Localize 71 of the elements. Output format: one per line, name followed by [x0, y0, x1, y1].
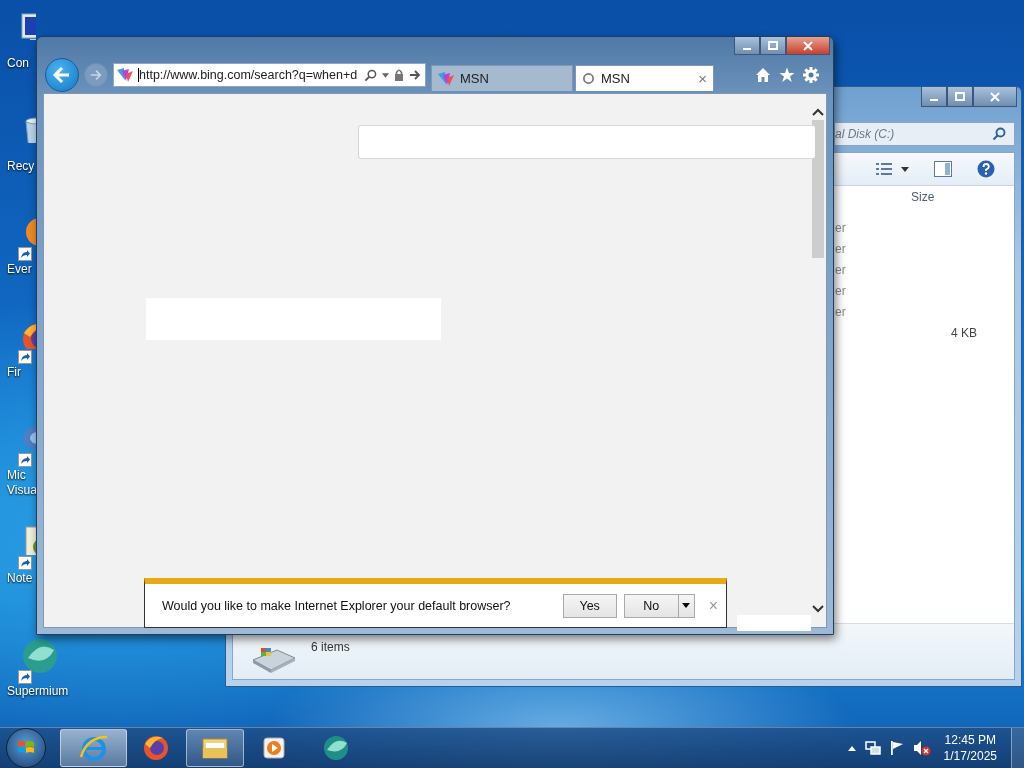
search-icon[interactable] — [364, 68, 377, 82]
minimize-icon — [930, 98, 938, 101]
browser-icon — [321, 733, 351, 763]
close-button[interactable] — [786, 37, 830, 55]
site-logo-icon — [438, 71, 454, 86]
network-icon[interactable] — [864, 740, 881, 756]
lock-icon — [394, 69, 404, 81]
file-name: er — [835, 304, 846, 319]
address-field[interactable]: al Disk (C:) — [835, 122, 1015, 146]
loading-icon — [582, 72, 595, 85]
close-icon — [803, 40, 813, 51]
maximize-icon — [768, 40, 778, 51]
browser-tab[interactable]: MSN — [431, 65, 573, 91]
show-hidden-icons-icon[interactable] — [847, 745, 856, 751]
file-name: er — [835, 220, 846, 235]
show-desktop-button[interactable] — [1011, 728, 1024, 768]
notification-message: Would you like to make Internet Explorer your default browser? — [162, 598, 512, 613]
scroll-down-icon[interactable] — [812, 605, 824, 613]
file-name: er — [835, 241, 846, 256]
flag-icon[interactable] — [889, 740, 904, 756]
close-tab-button[interactable]: × — [698, 70, 707, 87]
arrow-right-icon — [90, 69, 102, 81]
address-bar[interactable]: http://www.bing.com/search?q=when+d — [113, 63, 426, 87]
icon-label: Ever — [6, 262, 32, 277]
star-icon[interactable] — [779, 67, 795, 83]
minimize-icon — [743, 47, 751, 50]
scroll-thumb[interactable] — [812, 120, 824, 258]
caret-icon[interactable] — [382, 72, 389, 78]
search-field[interactable] — [358, 125, 815, 159]
arrow-left-icon — [52, 65, 72, 85]
taskbar-button[interactable] — [186, 729, 244, 767]
file-name: er — [835, 262, 846, 277]
help-icon[interactable] — [977, 160, 995, 178]
maximize-button[interactable] — [947, 87, 973, 107]
browser-icon — [141, 733, 171, 763]
icon-label: Supermium — [6, 684, 69, 699]
column-header[interactable]: Size — [909, 190, 935, 204]
volume-muted-icon[interactable] — [912, 740, 931, 756]
icon-label: Mic — [6, 468, 26, 483]
start-button[interactable] — [6, 728, 46, 768]
settings-icon[interactable] — [803, 67, 819, 83]
icon-label: Con — [6, 56, 29, 71]
browser-icon — [78, 733, 109, 763]
scroll-up-icon[interactable] — [812, 108, 824, 116]
caret-icon[interactable] — [901, 166, 909, 172]
close-button[interactable] — [973, 87, 1017, 107]
yes-button[interactable]: Yes — [562, 593, 617, 618]
minimize-button[interactable] — [921, 87, 947, 107]
search-icon[interactable] — [992, 127, 1006, 141]
clock-time[interactable]: 12:45 PM — [944, 732, 996, 748]
file-name: er — [835, 283, 846, 298]
go-arrow-icon[interactable] — [409, 69, 421, 81]
minimize-button[interactable] — [734, 37, 760, 55]
icon-label: Note — [6, 571, 33, 586]
maximize-button[interactable] — [760, 37, 786, 55]
caret-icon — [682, 603, 691, 608]
icon-label: Recy — [6, 159, 35, 174]
preview-pane-icon[interactable] — [934, 161, 952, 177]
maximize-icon — [955, 91, 965, 102]
item-count: 6 items — [311, 640, 350, 654]
clock-date[interactable]: 1/17/2025 — [943, 748, 997, 764]
no-button[interactable]: No — [623, 593, 679, 618]
icon-label: Fir — [6, 365, 21, 380]
list-view-icon[interactable] — [876, 162, 892, 176]
back-button[interactable] — [45, 58, 79, 92]
home-icon[interactable] — [755, 67, 771, 83]
file-size: 4 KB — [951, 325, 977, 340]
site-logo-icon — [117, 68, 133, 82]
browser-tab[interactable]: MSN × — [575, 65, 714, 91]
icon-label: Visua — [6, 483, 37, 498]
close-icon — [990, 91, 1000, 102]
